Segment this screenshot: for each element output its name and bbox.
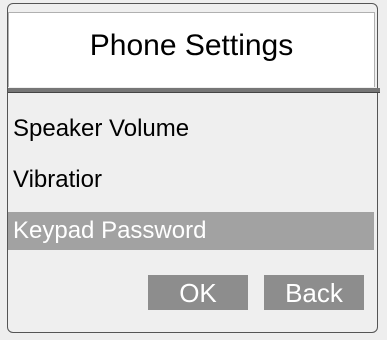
- menu-item-speaker-volume[interactable]: Speaker Volume: [8, 110, 374, 148]
- title-divider: [8, 88, 380, 93]
- title-bar: Phone Settings: [8, 12, 375, 87]
- page-title: Phone Settings: [89, 29, 294, 62]
- ok-button[interactable]: OK: [148, 275, 248, 310]
- back-button[interactable]: Back: [264, 275, 364, 310]
- menu-item-keypad-password[interactable]: Keypad Password: [8, 212, 374, 250]
- menu-item-vibration[interactable]: Vibratior: [8, 161, 374, 199]
- phone-device: Phone Settings Speaker Volume Vibratior …: [0, 0, 387, 340]
